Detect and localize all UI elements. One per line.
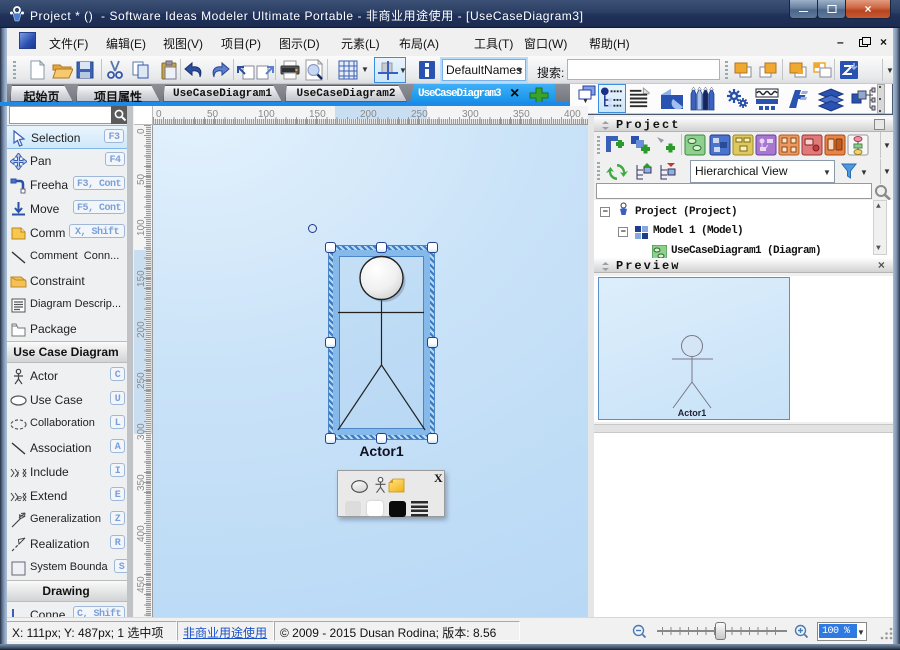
svg-text:e: e — [17, 493, 22, 503]
svg-text:i: i — [17, 469, 20, 479]
